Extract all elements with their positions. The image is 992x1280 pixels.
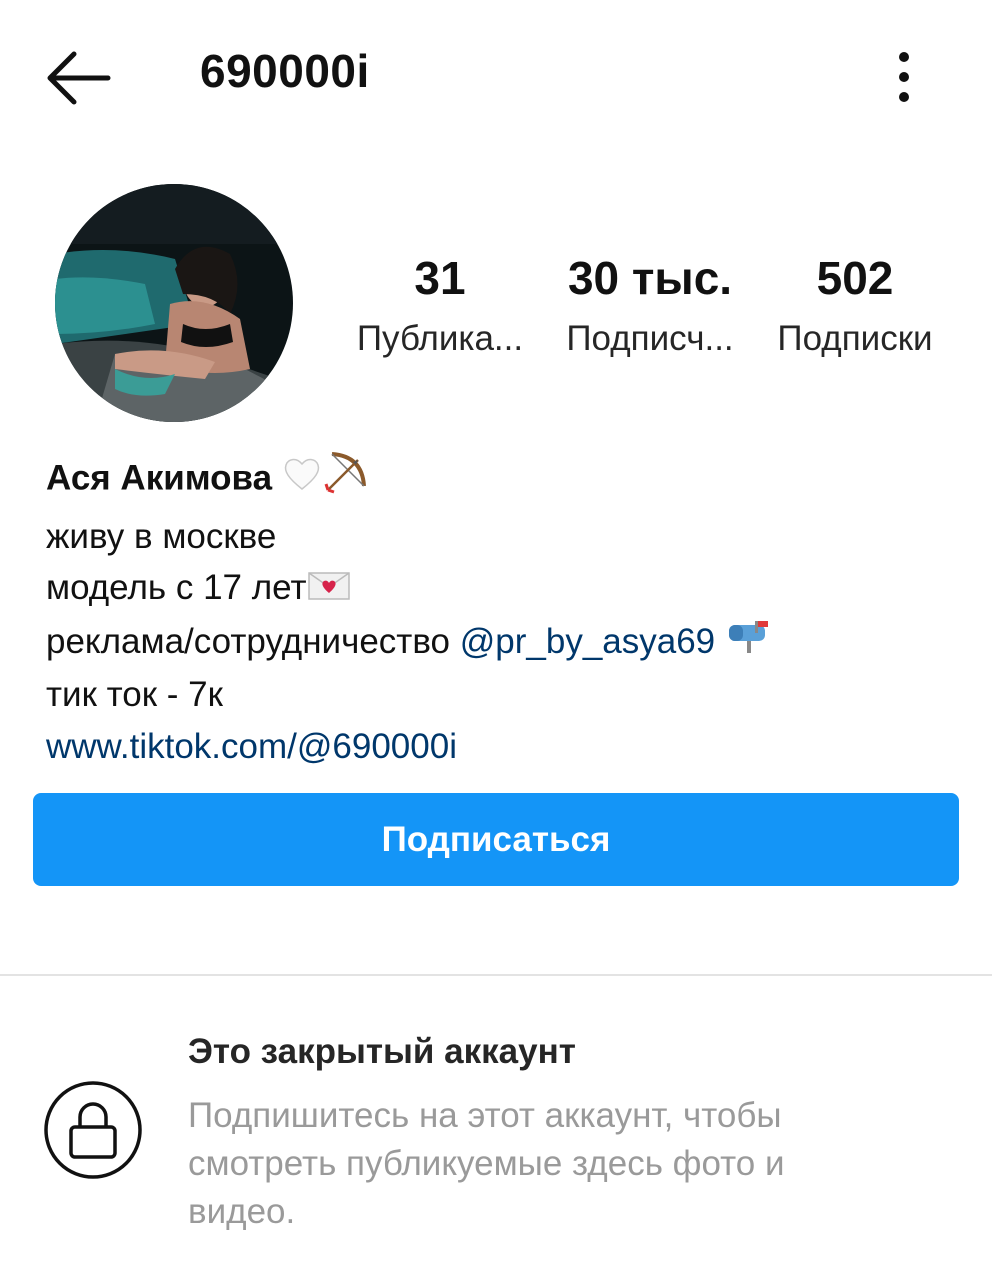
bio-line-tiktok: тик ток - 7к xyxy=(46,675,223,714)
posts-count[interactable]: 31 Публика... xyxy=(345,250,535,362)
back-button[interactable] xyxy=(44,48,112,108)
bio-line-ads-text: реклама/сотрудничество xyxy=(46,621,460,661)
followers-count-value: 30 тыс. xyxy=(567,252,733,304)
following-count-label: Подписки xyxy=(777,319,933,358)
followers-count-label: Подписч... xyxy=(566,319,734,358)
bio-line-model: модель с 17 лет xyxy=(46,562,946,616)
bio-name-line: Ася Акимова xyxy=(46,450,946,511)
more-options-button[interactable] xyxy=(884,50,924,104)
white-heart-icon xyxy=(282,455,322,507)
follow-button[interactable]: Подписаться xyxy=(33,793,959,886)
lock-icon xyxy=(43,1080,143,1180)
love-letter-icon xyxy=(307,564,351,616)
bio-line-ads: реклама/сотрудничество @pr_by_asya69 xyxy=(46,616,946,670)
more-vertical-icon xyxy=(899,52,909,102)
mailbox-icon xyxy=(725,618,773,670)
posts-count-value: 31 xyxy=(414,252,466,304)
private-account-title: Это закрытый аккаунт xyxy=(188,1032,576,1071)
full-name: Ася Акимова xyxy=(46,458,273,498)
bio-line-model-text: модель с 17 лет xyxy=(46,568,307,607)
profile-stats: 31 Публика... 30 тыс. Подписч... 502 Под… xyxy=(345,250,965,370)
following-count-value: 502 xyxy=(816,252,894,304)
mention-link[interactable]: @pr_by_asya69 xyxy=(460,622,715,661)
posts-count-label: Публика... xyxy=(356,319,524,358)
profile-photo xyxy=(55,184,293,422)
profile-bio: Ася Акимова живу в москве модель с 17 ле… xyxy=(46,450,946,772)
bio-line-city: живу в москве xyxy=(46,516,277,556)
divider xyxy=(0,974,992,976)
profile-avatar[interactable] xyxy=(55,184,293,422)
following-count[interactable]: 502 Подписки xyxy=(760,250,950,362)
arrow-left-icon xyxy=(47,51,111,105)
bow-and-arrow-icon xyxy=(322,450,368,511)
followers-count[interactable]: 30 тыс. Подписч... xyxy=(550,250,750,362)
profile-username: 690000i xyxy=(200,45,370,97)
top-app-bar: 690000i xyxy=(0,0,992,150)
website-link[interactable]: www.tiktok.com/@690000i xyxy=(46,721,946,773)
private-account-description: Подпишитесь на этот аккаунт, чтобы смотр… xyxy=(188,1096,785,1231)
